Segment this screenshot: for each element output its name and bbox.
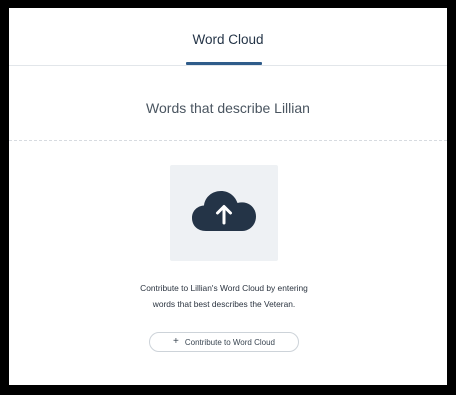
tab-bar: Word Cloud — [9, 8, 447, 66]
contribute-button-label: Contribute to Word Cloud — [184, 337, 275, 347]
word-cloud-panel: Word Cloud Words that describe Lillian C… — [9, 8, 447, 385]
tab-word-cloud[interactable]: Word Cloud — [173, 32, 283, 47]
description-line-2: words that best describes the Veteran. — [152, 299, 296, 309]
description-line-1: Contribute to Lillian's Word Cloud by en… — [140, 283, 308, 293]
cloud-upload-icon — [192, 191, 256, 231]
section-title: Words that describe Lillian — [146, 100, 310, 116]
dashed-divider — [9, 140, 447, 141]
active-tab-indicator — [186, 62, 262, 65]
contribute-description: Contribute to Lillian's Word Cloud by en… — [89, 280, 359, 312]
plus-icon: + — [173, 336, 179, 347]
upload-dropzone[interactable] — [170, 165, 278, 261]
contribute-to-word-cloud-button[interactable]: + Contribute to Word Cloud — [149, 332, 299, 352]
